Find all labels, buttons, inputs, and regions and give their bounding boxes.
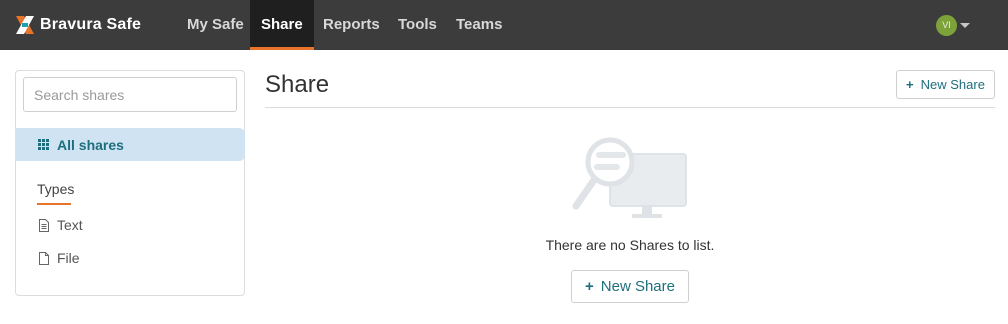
types-underline bbox=[37, 203, 71, 205]
caret-down-icon bbox=[960, 23, 970, 28]
brand-name: Bravura Safe bbox=[40, 16, 142, 33]
top-navbar: Bravura Safe My Safe Share Reports Tools… bbox=[0, 0, 1008, 50]
empty-search-illustration bbox=[572, 137, 687, 218]
sidebar: All shares Types Text File bbox=[15, 70, 245, 296]
grid-icon bbox=[38, 139, 50, 150]
empty-state-message: There are no Shares to list. bbox=[545, 237, 715, 253]
nav-reports[interactable]: Reports bbox=[312, 0, 391, 50]
empty-new-share-button[interactable]: + New Share bbox=[571, 270, 689, 303]
file-icon bbox=[39, 251, 49, 265]
text-document-icon bbox=[39, 218, 49, 232]
sidebar-item-label: All shares bbox=[57, 136, 124, 153]
new-share-label: New Share bbox=[920, 77, 985, 92]
plus-icon: + bbox=[585, 278, 594, 295]
sidebar-item-label: Text bbox=[57, 217, 83, 233]
page-title: Share bbox=[265, 71, 330, 98]
brand-logo[interactable]: Bravura Safe bbox=[14, 13, 141, 37]
avatar: VI bbox=[936, 15, 957, 36]
sidebar-item-all-shares[interactable]: All shares bbox=[15, 128, 245, 161]
nav-my-safe[interactable]: My Safe bbox=[176, 0, 255, 50]
new-share-label: New Share bbox=[600, 278, 675, 295]
bravura-logo-icon bbox=[16, 16, 34, 34]
search-shares-input[interactable] bbox=[23, 77, 237, 112]
new-share-button[interactable]: + New Share bbox=[896, 70, 995, 99]
sidebar-item-file[interactable]: File bbox=[39, 250, 80, 266]
sidebar-item-text[interactable]: Text bbox=[39, 217, 83, 233]
user-menu[interactable]: VI bbox=[936, 15, 970, 36]
nav-tools[interactable]: Tools bbox=[387, 0, 448, 50]
sidebar-item-label: File bbox=[57, 250, 80, 266]
nav-teams[interactable]: Teams bbox=[445, 0, 513, 50]
title-divider bbox=[265, 107, 995, 108]
nav-share[interactable]: Share bbox=[250, 0, 314, 50]
plus-icon: + bbox=[906, 77, 914, 92]
types-heading: Types bbox=[37, 181, 75, 197]
